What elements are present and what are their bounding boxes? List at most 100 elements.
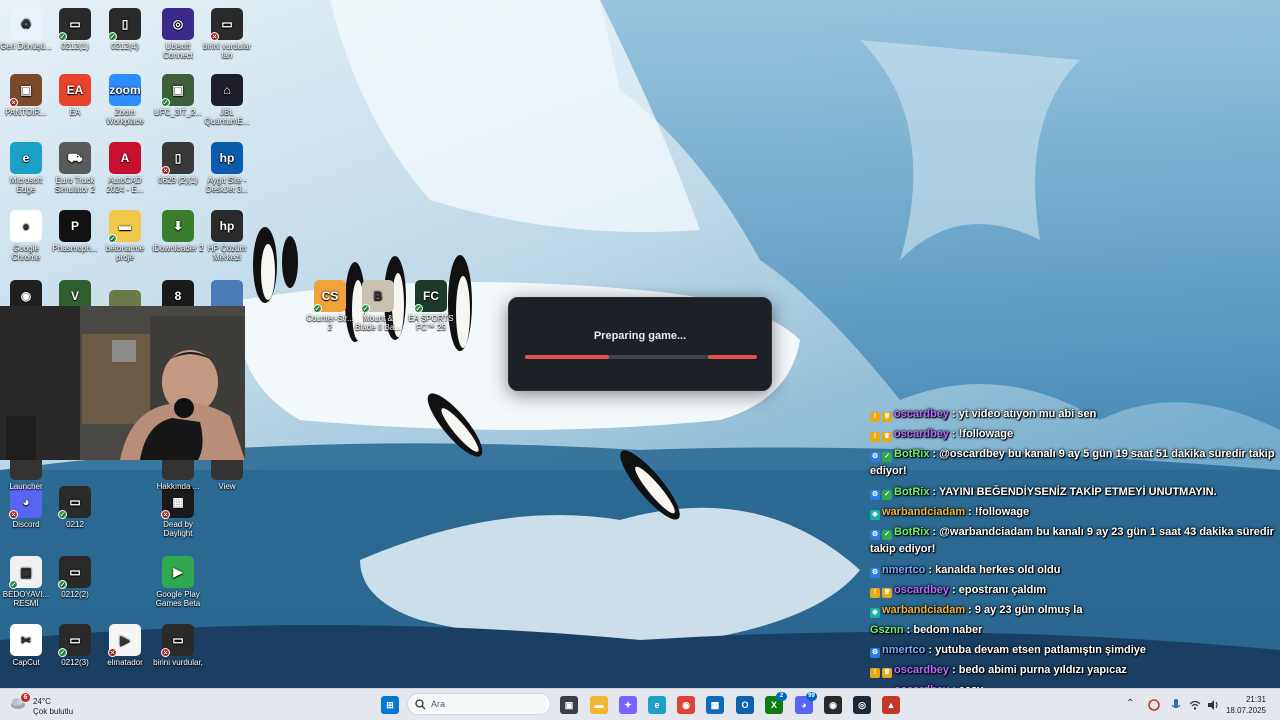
outlook-button[interactable]: O bbox=[736, 696, 754, 714]
task-view-icon: ▣ bbox=[564, 699, 574, 710]
chat-message: ⚙ ✓ BotRix: @warbandciadam bu kanalı 9 ay … bbox=[870, 522, 1280, 560]
desktop-icon-label: birini vurdular, bbox=[153, 658, 203, 667]
desktop-icon[interactable]: FC ✓ EA SPORTS FC™ 25 bbox=[405, 280, 457, 332]
chrome-button[interactable]: ◉ bbox=[677, 696, 695, 714]
dialog-title: Preparing game... bbox=[593, 330, 687, 342]
desktop-icon[interactable]: B ✓ Mount & Blade II Ba... bbox=[352, 280, 404, 332]
chat-message: ! ♛ oscardbey: !followage bbox=[870, 424, 1280, 444]
chat-message: ! ♛ oscardbey: epostranı çaldım bbox=[870, 580, 1280, 600]
sync-ok-badge: ✓ bbox=[58, 580, 67, 589]
desktop-icon-label: BEDOYAVI... RESMİ bbox=[2, 590, 50, 608]
desktop-icon[interactable]: CS ✓ Counter-Str... 2 bbox=[304, 280, 356, 332]
desktop-icon[interactable]: ▭ ✓ 0212 bbox=[49, 486, 101, 529]
ubisoft-icon: ◎ bbox=[162, 8, 194, 40]
desktop-icon[interactable]: ◎ Ubisoft Connect bbox=[152, 8, 204, 60]
recycle-bin-icon: ♻ bbox=[10, 8, 42, 40]
desktop-icon[interactable]: hp HP Çözüm Merkezi bbox=[201, 210, 253, 262]
desktop-icon[interactable]: ⛟ Euro Truck Simulator 2 bbox=[49, 142, 101, 194]
desktop-icon[interactable]: ◕ × Discord bbox=[0, 486, 52, 529]
sync-error-badge: × bbox=[9, 510, 18, 519]
desktop-icon[interactable]: e Microsoft Edge bbox=[0, 142, 52, 194]
desktop-icon[interactable]: hp Aygıt Site - DeskJet 3... bbox=[201, 142, 253, 194]
task-view-button[interactable]: ▣ bbox=[560, 696, 578, 714]
desktop-icon[interactable]: ✂ CapCut bbox=[0, 624, 52, 667]
ets2-icon: ⛟ bbox=[59, 142, 91, 174]
chat-message: ! ♛ oscardbey: yt video atıyon mu abi sen bbox=[870, 404, 1280, 424]
desktop-icon[interactable]: EA EA bbox=[49, 74, 101, 117]
desktop-icon-label: HP Çözüm Merkezi bbox=[207, 244, 247, 262]
desktop-icon[interactable]: ● Google Chrome bbox=[0, 210, 52, 262]
desktop-icon[interactable]: ▭ ✓ 0212(2) bbox=[49, 556, 101, 599]
store-button[interactable]: ▦ bbox=[706, 696, 724, 714]
obs-button[interactable]: ◉ bbox=[824, 696, 842, 714]
webcam-overlay bbox=[0, 306, 245, 460]
desktop-icon[interactable]: ▭ × birini vurdular lan bbox=[201, 8, 253, 60]
taskbar-search[interactable]: Ara bbox=[407, 693, 551, 715]
microphone-icon[interactable] bbox=[1169, 698, 1183, 712]
edge-icon: e bbox=[654, 700, 660, 710]
sync-ok-badge: ✓ bbox=[9, 580, 18, 589]
crown-badge: ♛ bbox=[882, 668, 892, 678]
start-button[interactable]: ⊞ bbox=[381, 696, 399, 714]
chat-username: BotRix bbox=[894, 448, 930, 460]
desktop-icon[interactable]: ♻ Geri Dönüşü... bbox=[0, 8, 52, 51]
desktop-icon-label: Zoom Workplace bbox=[106, 108, 144, 126]
progress-segment bbox=[525, 355, 609, 359]
chat-username: nmertco bbox=[882, 644, 926, 656]
desktop-icon[interactable]: ⌂ JBL QuantumE... bbox=[201, 74, 253, 126]
desktop-icon[interactable]: ▬ ✓ betonarme proje bbox=[99, 210, 151, 262]
discord-button[interactable]: ◕ 99 bbox=[795, 692, 817, 714]
chat-text: : epostranı çaldım bbox=[952, 584, 1047, 596]
desktop-icon[interactable]: ▣ ✓ BEDOYAVI... RESMİ bbox=[0, 556, 52, 608]
jbl-quantum-icon: ⌂ bbox=[211, 74, 243, 106]
chat-username: nmertco bbox=[882, 564, 926, 576]
sync-ok-badge: ✓ bbox=[58, 510, 67, 519]
xbox-button[interactable]: X2 bbox=[765, 692, 787, 714]
desktop-icon[interactable]: zoom Zoom Workplace bbox=[99, 74, 151, 126]
desktop-icon[interactable]: ▭ ✓ 0212(3) bbox=[49, 624, 101, 667]
progress-track bbox=[525, 355, 757, 359]
bannerlord-icon: B ✓ bbox=[361, 280, 394, 313]
store-icon: ▦ bbox=[710, 699, 720, 710]
wifi-icon[interactable] bbox=[1188, 698, 1202, 712]
desktop-icon-label: 0212(1) bbox=[61, 42, 89, 51]
volume-icon[interactable] bbox=[1206, 698, 1220, 712]
desktop-icon[interactable]: ▭ ✓ 0212(1) bbox=[49, 8, 101, 51]
chevron-up-icon[interactable]: ⌃ bbox=[1126, 698, 1140, 712]
desktop-icon[interactable]: ▯ ✓ 0212(4) bbox=[99, 8, 151, 51]
app-button[interactable]: ▲ bbox=[882, 696, 900, 714]
edge-icon: e bbox=[10, 142, 42, 174]
cs2-icon: CS ✓ bbox=[313, 280, 346, 313]
chat-username: oscardbey bbox=[894, 408, 950, 420]
chat-message: ⚙ nmertco: kanalda herkes old oldu bbox=[870, 560, 1280, 580]
desktop-icon[interactable]: ▶ Google Play Games Beta bbox=[152, 556, 204, 608]
desktop-icon-label: iDownloader 2 bbox=[152, 244, 204, 253]
desktop-icon-label: Microsoft Edge bbox=[9, 176, 43, 194]
desktop-icon[interactable]: ▣ ✓ UFC_3IT_2... bbox=[152, 74, 204, 117]
desktop-icon[interactable]: ▯ × 0629 (2)(1) bbox=[152, 142, 204, 185]
folder-icon: ▬ ✓ bbox=[108, 210, 141, 243]
desktop-icon[interactable]: ▣ × PANTOIR... bbox=[0, 74, 52, 117]
idownloader-icon: ⬇ bbox=[162, 210, 194, 242]
sync-error-badge: × bbox=[161, 510, 170, 519]
video-file-icon: ▭ × bbox=[161, 624, 194, 657]
desktop-icon[interactable]: A AutoCAD 2024 - E... bbox=[99, 142, 151, 194]
copilot-button[interactable]: ✦ bbox=[619, 696, 637, 714]
file-explorer-button[interactable]: ▬ bbox=[590, 696, 608, 714]
network-icon[interactable] bbox=[1147, 698, 1161, 712]
windows-icon: ⊞ bbox=[386, 699, 394, 710]
desktop-icon[interactable]: P Phasmoph... bbox=[49, 210, 101, 253]
desktop-icon-label: Euro Truck Simulator 2 bbox=[54, 176, 96, 194]
ea-app-icon: EA bbox=[59, 74, 91, 106]
hp-icon: hp bbox=[211, 210, 243, 242]
desktop-icon[interactable]: ▶ × elmatador bbox=[99, 624, 151, 667]
steam-button[interactable]: ◎ bbox=[853, 696, 871, 714]
chat-message: ◆ warbandciadam: !followage bbox=[870, 502, 1280, 522]
desktop-icon[interactable]: ▭ × birini vurdular, bbox=[152, 624, 204, 667]
desktop-icon-label: View bbox=[218, 482, 236, 491]
edge-button[interactable]: e bbox=[648, 696, 666, 714]
desktop-icon[interactable]: ⬇ iDownloader 2 bbox=[152, 210, 204, 253]
desktop-icon[interactable]: ▦ × Dead by Daylight bbox=[152, 486, 204, 538]
notification-badge: 2 bbox=[776, 692, 787, 701]
system-clock[interactable]: 21:31 18.07.2025 bbox=[1226, 694, 1266, 716]
